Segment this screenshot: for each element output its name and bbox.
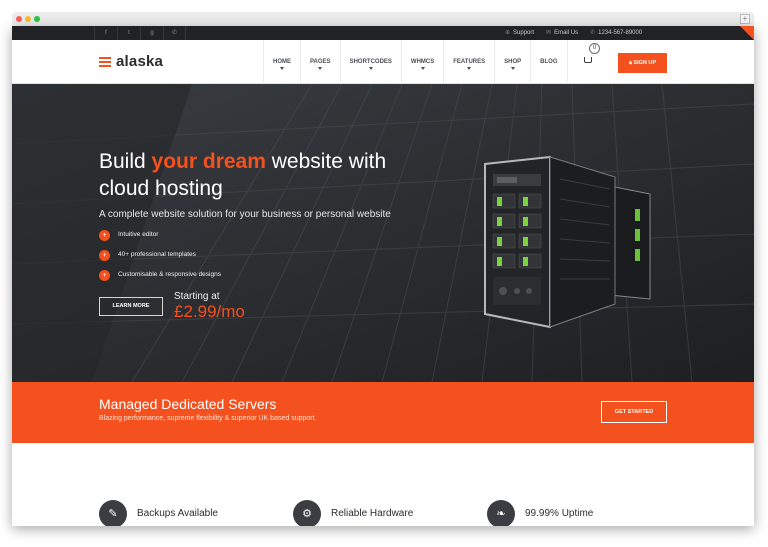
price-label: Starting at (174, 291, 220, 302)
sign-up-button[interactable]: 🔒︎ SIGN UP (618, 53, 667, 73)
corner-ribbon[interactable] (740, 26, 754, 40)
get-started-button[interactable]: GET STARTED (601, 401, 667, 423)
skype-icon[interactable]: ✆ (163, 26, 186, 40)
hardware-icon: ⚙ (293, 500, 321, 526)
cart-count-badge: 0 (589, 43, 600, 54)
wrench-icon: ✎ (99, 500, 127, 526)
twitter-icon[interactable]: t (117, 26, 140, 40)
phone-link[interactable]: ✆ 1234-567-89000 (590, 26, 642, 40)
chevron-down-icon (467, 67, 472, 70)
browser-titlebar: + (12, 12, 754, 26)
banner-title: Managed Dedicated Servers (99, 396, 277, 412)
site-logo[interactable]: alaska (116, 53, 163, 70)
features-section: ✎ Backups Available ⚙ Reliable Hardware … (12, 443, 754, 526)
nav-item-features[interactable]: FEATURES (444, 40, 496, 84)
site-header: alaska HOME PAGES SHORTCODES WHMCS FEATU… (12, 40, 754, 84)
chevron-down-icon (420, 67, 425, 70)
nav-item-pages[interactable]: PAGES (301, 40, 341, 84)
top-bar: f t g ✆ ⊕ Support ✉ Email Us ✆ 1234-567-890… (12, 26, 754, 40)
hero-section: Build your dream website with cloud host… (12, 84, 754, 382)
promo-banner: Managed Dedicated Servers Blazing perfor… (12, 382, 754, 443)
nav-item-blog[interactable]: BLOG (531, 40, 568, 84)
email-link[interactable]: ✉ Email Us (546, 26, 578, 40)
top-info-links: ⊕ Support ✉ Email Us ✆ 1234-567-89000 (505, 26, 642, 40)
support-icon: ⊕ (505, 30, 511, 36)
chevron-down-icon (510, 67, 515, 70)
nav-item-shop[interactable]: SHOP (495, 40, 532, 84)
chevron-down-icon (368, 67, 373, 70)
cart-button[interactable]: 0 (582, 43, 602, 74)
email-icon: ✉ (546, 30, 552, 36)
nav-item-shortcodes[interactable]: SHORTCODES (341, 40, 402, 84)
phone-icon: ✆ (590, 30, 596, 36)
chevron-down-icon (318, 67, 323, 70)
chevron-down-icon (280, 67, 284, 70)
social-links: f t g ✆ (94, 26, 186, 40)
cart-icon (584, 57, 592, 63)
web-page: f t g ✆ ⊕ Support ✉ Email Us ✆ 1234-567-890… (12, 26, 754, 526)
menu-icon[interactable] (99, 57, 111, 67)
google-plus-icon[interactable]: g (140, 26, 163, 40)
close-window-icon[interactable] (16, 16, 22, 22)
learn-more-button[interactable]: LEARN MORE (99, 297, 163, 316)
server-image (484, 155, 651, 329)
plus-icon: + (99, 250, 110, 261)
plus-icon: + (99, 230, 110, 241)
nav-item-whmcs[interactable]: WHMCS (402, 40, 445, 84)
main-nav: HOME PAGES SHORTCODES WHMCS FEATURES SHO… (263, 40, 568, 84)
new-tab-button[interactable]: + (740, 14, 750, 24)
plus-icon: + (99, 270, 110, 281)
support-link[interactable]: ⊕ Support (505, 26, 534, 40)
leaf-icon: ❧ (487, 500, 515, 526)
nav-item-home[interactable]: HOME (264, 40, 301, 84)
maximize-window-icon[interactable] (34, 16, 40, 22)
hero-title: Build your dream website with cloud host… (99, 150, 387, 200)
facebook-icon[interactable]: f (94, 26, 117, 40)
minimize-window-icon[interactable] (25, 16, 31, 22)
hero-subtitle: A complete website solution for your bus… (99, 209, 391, 220)
price: £2.99/mo (174, 302, 245, 321)
banner-subtitle: Blazing performance, supreme flexibility… (99, 415, 317, 422)
